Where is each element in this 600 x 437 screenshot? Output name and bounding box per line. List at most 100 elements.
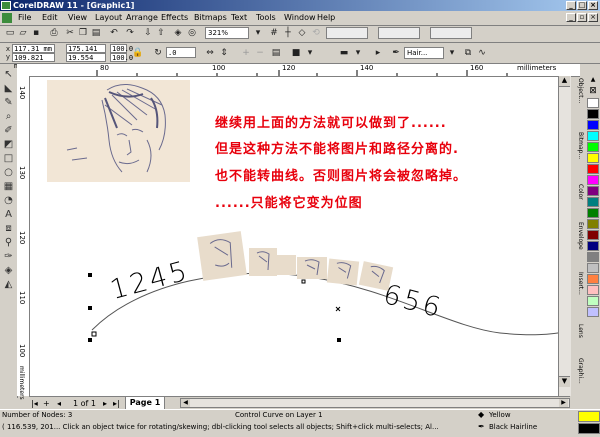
- export-icon[interactable]: ⇧: [155, 27, 167, 39]
- save-icon[interactable]: ▪: [30, 27, 42, 39]
- palette-swatch[interactable]: [587, 307, 599, 317]
- palette-swatch[interactable]: [587, 186, 599, 196]
- cut-icon[interactable]: ✂: [64, 27, 76, 39]
- lock-ratio-icon[interactable]: 🔒: [131, 47, 143, 59]
- maximize-button[interactable]: □: [577, 1, 587, 10]
- snap-to-guidelines-icon[interactable]: ┼: [282, 27, 294, 39]
- menu-bitmaps[interactable]: Bitmaps: [194, 12, 227, 24]
- arrowhead-icon[interactable]: ▸: [372, 47, 384, 59]
- scale-width-field[interactable]: 100.0: [110, 44, 133, 53]
- palette-swatch[interactable]: [587, 197, 599, 207]
- smart-drawing-tool-icon[interactable]: ◩: [2, 138, 15, 151]
- interactive-fill-tool-icon[interactable]: ◭: [2, 278, 15, 291]
- vertical-ruler[interactable]: 140 130 120 110 100 millimeters: [17, 76, 30, 400]
- to-front-icon[interactable]: ⧉: [462, 47, 474, 59]
- minimize-button[interactable]: _: [566, 1, 576, 10]
- eyedropper-tool-icon[interactable]: ⚲: [2, 236, 15, 249]
- add-page-icon[interactable]: +: [43, 399, 50, 408]
- palette-swatch[interactable]: [587, 219, 599, 229]
- width-field[interactable]: 175.141 m: [66, 44, 106, 61]
- palette-swatch[interactable]: [587, 164, 599, 174]
- palette-swatch[interactable]: [587, 175, 599, 185]
- doc-minimize-button[interactable]: _: [566, 13, 576, 22]
- path-thumbnail[interactable]: [197, 231, 247, 281]
- print-icon[interactable]: ⎙: [48, 27, 60, 39]
- center-of-rotation-marker[interactable]: [335, 306, 341, 312]
- basic-shapes-tool-icon[interactable]: ◔: [2, 194, 15, 207]
- line-start-select[interactable]: [378, 27, 420, 39]
- palette-swatch[interactable]: [587, 274, 599, 284]
- redo-icon[interactable]: ↷: [124, 27, 136, 39]
- fill-dropdown-icon[interactable]: ▾: [304, 47, 316, 59]
- knife-tool-icon[interactable]: ✎: [2, 96, 15, 109]
- outline-swatch-icon[interactable]: ▬: [338, 47, 350, 59]
- curve-node[interactable]: [91, 331, 97, 337]
- outline-color-swatch[interactable]: [578, 423, 600, 434]
- menu-view[interactable]: View: [68, 12, 87, 24]
- vertical-scrollbar[interactable]: ▲ ▼: [558, 76, 571, 396]
- menu-effects[interactable]: Effects: [161, 12, 188, 24]
- menu-help[interactable]: Help: [317, 12, 335, 24]
- palette-swatch[interactable]: [587, 120, 599, 130]
- docker-tab-color[interactable]: Color: [572, 184, 586, 214]
- path-thumbnail[interactable]: [297, 257, 327, 279]
- freehand-tool-icon[interactable]: ✐: [2, 124, 15, 137]
- no-color-swatch-icon[interactable]: ⊠: [588, 86, 598, 96]
- palette-swatch[interactable]: [587, 109, 599, 119]
- coreldraw-app-icon[interactable]: [1, 1, 11, 10]
- shape-tool-icon[interactable]: ◣: [2, 82, 15, 95]
- open-icon[interactable]: ▱: [17, 27, 29, 39]
- scroll-down-icon[interactable]: ▼: [559, 376, 570, 387]
- fill-tool-icon[interactable]: ◈: [2, 264, 15, 277]
- palette-swatch[interactable]: [587, 285, 599, 295]
- menu-window[interactable]: Window: [284, 12, 316, 24]
- menu-tools[interactable]: Tools: [256, 12, 276, 24]
- menu-edit[interactable]: Edit: [42, 12, 58, 24]
- horizontal-ruler[interactable]: 80 100 120 140 160 millimeters: [17, 64, 580, 77]
- convert-to-curves-icon[interactable]: ∿: [476, 47, 488, 59]
- first-page-icon[interactable]: |◂: [31, 399, 38, 408]
- polygon-tool-icon[interactable]: ▦: [2, 180, 15, 193]
- rotation-angle-field[interactable]: .0: [166, 47, 196, 58]
- delete-node-icon[interactable]: −: [254, 47, 266, 59]
- last-page-icon[interactable]: ▸|: [113, 399, 120, 408]
- selection-handle[interactable]: [337, 338, 341, 342]
- mirror-vertical-icon[interactable]: ⇕: [218, 47, 230, 59]
- pen-icon[interactable]: ✒: [390, 47, 402, 59]
- menu-layout[interactable]: Layout: [95, 12, 122, 24]
- undo-icon[interactable]: ↶: [108, 27, 120, 39]
- zoom-dropdown-arrow-icon[interactable]: ▾: [252, 27, 264, 39]
- curve-node[interactable]: [301, 279, 306, 284]
- wrap-text-icon[interactable]: ▤: [270, 47, 282, 59]
- palette-swatch[interactable]: [587, 142, 599, 152]
- path-thumbnail[interactable]: [249, 248, 277, 276]
- docker-tab-graphic[interactable]: Graphi...: [572, 358, 586, 396]
- text-tool-icon[interactable]: A: [2, 208, 15, 221]
- previous-page-icon[interactable]: ◂: [57, 399, 61, 408]
- doc-restore-button[interactable]: ▫: [577, 13, 587, 22]
- selection-handle[interactable]: [88, 306, 92, 310]
- palette-swatch[interactable]: [587, 131, 599, 141]
- next-page-icon[interactable]: ▸: [103, 399, 107, 408]
- scale-height-field[interactable]: 100.0: [110, 53, 133, 62]
- outline-tool-icon[interactable]: ✑: [2, 250, 15, 263]
- outline-width-select[interactable]: Hair...: [404, 47, 444, 59]
- line-end-select[interactable]: [430, 27, 472, 39]
- import-icon[interactable]: ⇩: [142, 27, 154, 39]
- ellipse-tool-icon[interactable]: ○: [2, 166, 15, 179]
- docker-tab-object[interactable]: Object...: [572, 78, 586, 124]
- new-document-icon[interactable]: ▭: [4, 27, 16, 39]
- zoom-tool-icon[interactable]: ⌕: [2, 110, 15, 123]
- copy-icon[interactable]: ❐: [77, 27, 89, 39]
- palette-swatch[interactable]: [587, 241, 599, 251]
- scroll-right-icon[interactable]: ▶: [559, 399, 568, 407]
- drawing-canvas[interactable]: 继续用上面的方法就可以做到了...... 但是这种方法不能将图片和路径分离的. …: [30, 77, 570, 396]
- rotate-left-icon[interactable]: ⟲: [310, 27, 322, 39]
- paste-icon[interactable]: ▤: [90, 27, 102, 39]
- palette-swatch[interactable]: [587, 263, 599, 273]
- docker-tab-insert[interactable]: Insert...: [572, 272, 586, 312]
- zoom-levels-select[interactable]: 321%: [205, 27, 249, 39]
- pick-tool-icon[interactable]: ↖: [2, 68, 15, 81]
- menu-arrange[interactable]: Arrange: [126, 12, 158, 24]
- docker-tab-bitmap[interactable]: Bitmap...: [572, 132, 586, 174]
